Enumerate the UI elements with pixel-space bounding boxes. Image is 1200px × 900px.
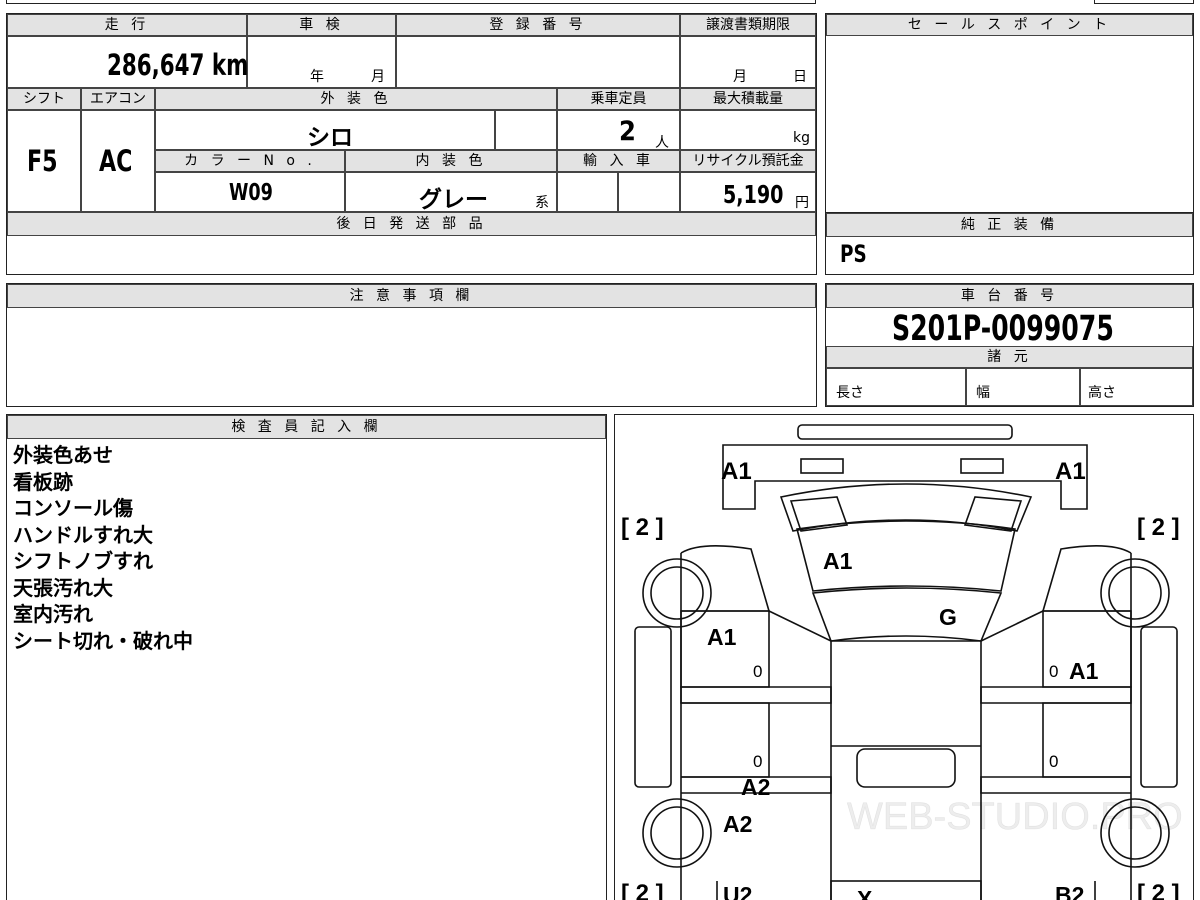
mark-rear-right: B2 (1055, 882, 1084, 900)
mark-zero-1: 0 (753, 662, 762, 681)
capacity-unit: 人 (655, 135, 669, 151)
recycle-value: 5,190 (723, 180, 784, 209)
note-line: コンソール傷 (13, 496, 133, 520)
header-chassis-no: 車 台 番 号 (826, 284, 1193, 308)
mark-rear-center: X (857, 886, 873, 900)
header-exterior-color: 外 装 色 (155, 88, 557, 110)
sales-points-block: セ ー ル ス ポ イ ン ト (825, 13, 1194, 213)
aircon-value: AC (99, 144, 133, 178)
vehicle-diagram: A1 A1 A1 G A1 A1 A2 A2 U2 B2 X [ 2 ] [ 2… (621, 424, 1183, 900)
deadline-month: 月 (733, 69, 747, 85)
header-color-no: カ ラ ー N o . (155, 150, 345, 172)
mileage-value: 286,647 km (107, 48, 249, 82)
top-strip-left (6, 0, 816, 4)
header-shaken: 車 検 (247, 14, 396, 36)
mark-roof: G (939, 604, 957, 630)
import-cell-a (557, 172, 618, 212)
header-recycle: リサイクル預託金 (680, 150, 816, 172)
header-inspector: 検 査 員 記 入 欄 (7, 415, 606, 439)
shift-value: F5 (27, 144, 58, 178)
bracket-left-top: [ 2 ] (621, 514, 664, 541)
mark-left-rear: A2 (723, 811, 752, 837)
mark-right-front: A1 (1069, 658, 1099, 684)
mark-left-mid: A2 (741, 774, 770, 800)
header-later-parts: 後 日 発 送 部 品 (7, 212, 816, 236)
bracket-right-bottom: [ 2 ] (1137, 880, 1180, 900)
mark-front-left: A1 (721, 458, 752, 485)
header-specs: 諸 元 (826, 346, 1193, 368)
header-shift: シフト (7, 88, 81, 110)
chassis-no-value: S201P-0099075 (892, 309, 1114, 349)
mark-rear-left: U2 (723, 882, 752, 900)
inspector-notes: 外装色あせ 看板跡 コンソール傷 ハンドルすれ大 シフトノブすれ 天張汚れ大 室… (13, 442, 193, 654)
mark-windshield: A1 (823, 548, 853, 574)
header-genuine-equipment: 純 正 装 備 (826, 213, 1193, 237)
header-capacity: 乗車定員 (557, 88, 680, 110)
spec-length: 長さ (836, 385, 864, 401)
header-mileage: 走 行 (7, 14, 247, 36)
header-registration: 登 録 番 号 (396, 14, 680, 36)
header-aircon: エアコン (81, 88, 155, 110)
watermark: WEB-STUDIO.PRO (847, 796, 1183, 838)
note-line: 室内汚れ (13, 602, 93, 626)
interior-color-value: グレー (419, 187, 488, 213)
caution-block: 注 意 事 項 欄 (6, 283, 817, 407)
mark-left-front: A1 (707, 624, 737, 650)
note-line: 看板跡 (13, 469, 73, 494)
inspector-block: 検 査 員 記 入 欄 外装色あせ 看板跡 コンソール傷 ハンドルすれ大 シフト… (6, 414, 607, 900)
shaken-month: 月 (371, 69, 385, 85)
spec-width: 幅 (976, 385, 990, 401)
deadline-day: 日 (793, 69, 807, 85)
exterior-color-value: シロ (307, 125, 353, 151)
import-cell-b (618, 172, 680, 212)
bracket-left-bottom: [ 2 ] (621, 880, 664, 900)
chassis-block: 車 台 番 号 S201P-0099075 諸 元 長さ 幅 高さ (825, 283, 1194, 407)
mark-front-right: A1 (1055, 458, 1086, 485)
mark-zero-2: 0 (1049, 662, 1058, 681)
mark-zero-4: 0 (1049, 752, 1058, 771)
genuine-equipment-block: 純 正 装 備 PS (825, 212, 1194, 275)
header-transfer-deadline: 譲渡書類期限 (680, 14, 816, 36)
header-caution: 注 意 事 項 欄 (7, 284, 816, 308)
capacity-value: 2 (619, 116, 636, 147)
note-line: ハンドルすれ大 (13, 522, 153, 547)
genuine-equipment-value: PS (840, 240, 867, 268)
bracket-right-top: [ 2 ] (1137, 514, 1180, 541)
note-line: シフトノブすれ (13, 549, 153, 573)
max-load-unit: kg (793, 130, 810, 146)
header-max-load: 最大積載量 (680, 88, 816, 110)
mark-zero-3: 0 (753, 752, 762, 771)
header-sales-points: セ ー ル ス ポ イ ン ト (826, 14, 1193, 36)
color-no-value: W09 (229, 180, 273, 206)
note-line: 外装色あせ (13, 443, 113, 467)
spec-height: 高さ (1088, 385, 1116, 401)
note-line: シート切れ・破れ中 (13, 628, 193, 653)
top-strip-right (1094, 0, 1194, 4)
header-interior-color: 内 装 色 (345, 150, 557, 172)
header-import: 輸 入 車 (557, 150, 680, 172)
interior-suffix: 系 (535, 195, 549, 211)
damage-diagram-block: A1 A1 A1 G A1 A1 A2 A2 U2 B2 X [ 2 ] [ 2… (614, 414, 1194, 900)
recycle-unit: 円 (795, 195, 809, 211)
registration-cell (396, 36, 680, 88)
note-line: 天張汚れ大 (13, 575, 113, 600)
shaken-year: 年 (310, 69, 324, 85)
exterior-color-extra-cell (495, 110, 557, 150)
info-block: 走 行 車 検 登 録 番 号 譲渡書類期限 286,647 km 年 月 月 … (6, 13, 817, 275)
